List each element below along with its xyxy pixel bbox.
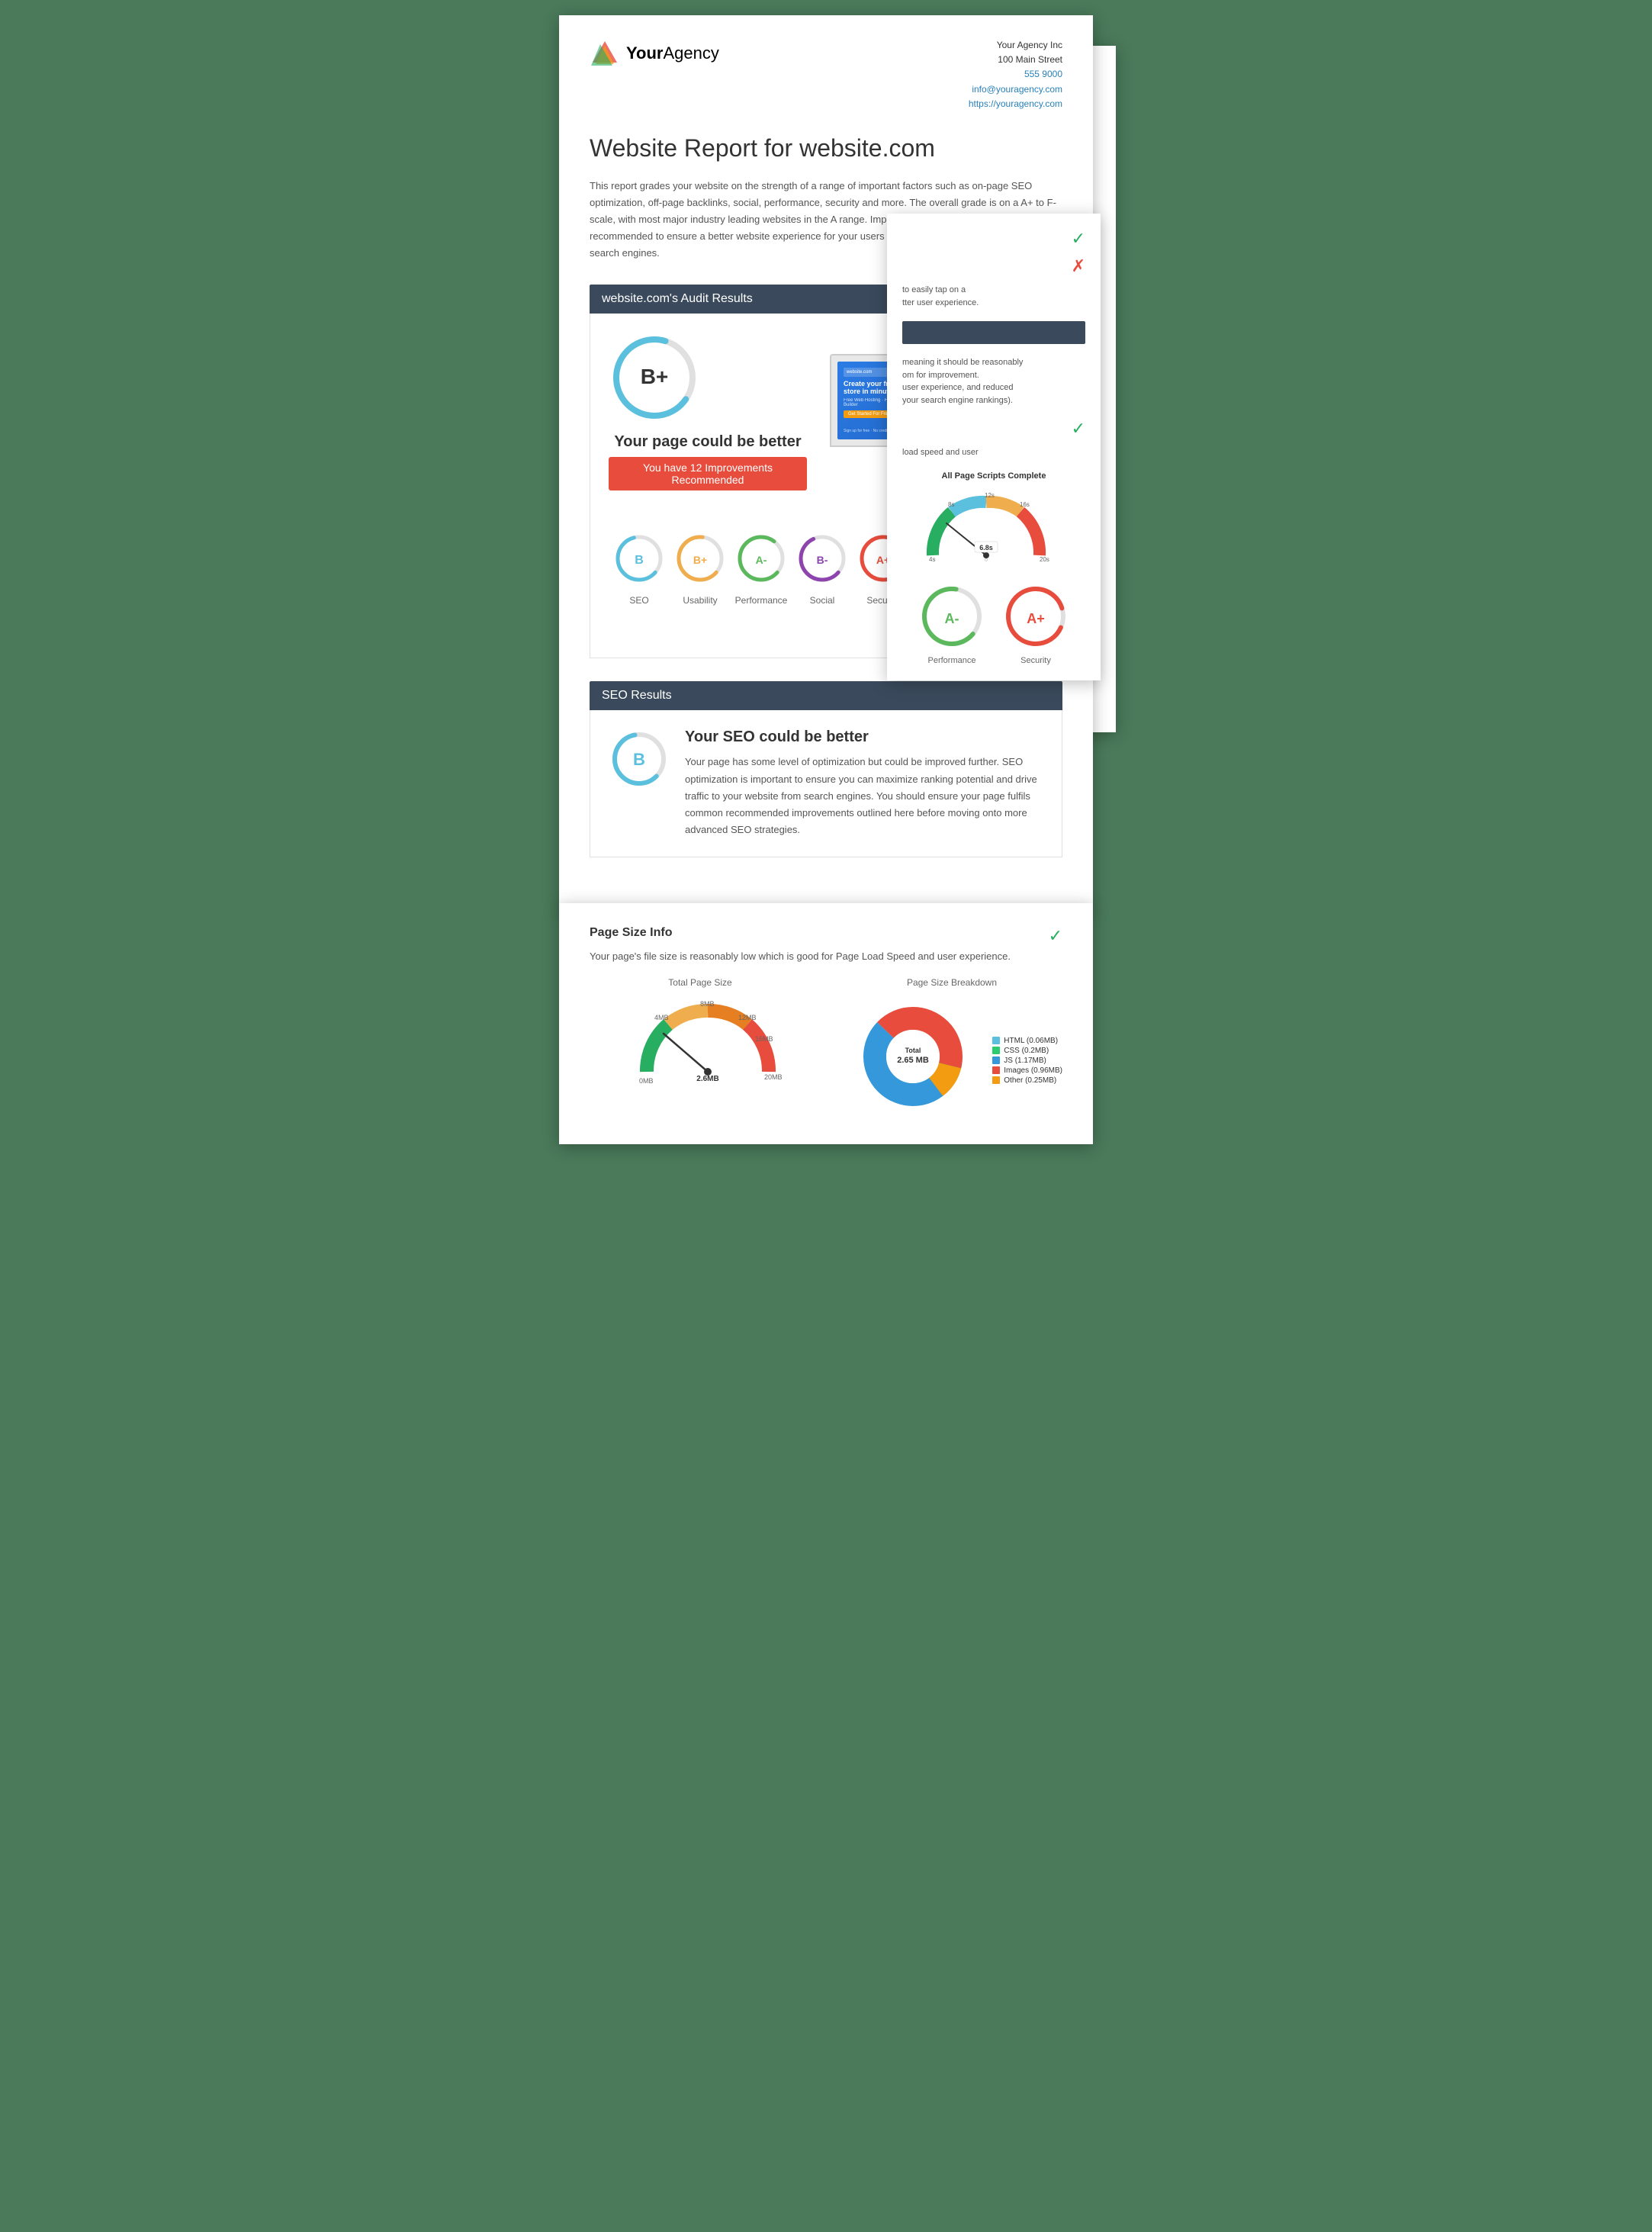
page-size-title: Page Size Info [590, 926, 672, 940]
logo-area: YourAgency [590, 38, 719, 69]
svg-text:6.8s: 6.8s [979, 544, 993, 552]
grade-circle-performance: A- [734, 532, 788, 585]
legend-images: Images (0.96MB) [992, 1066, 1062, 1075]
svg-text:20MB: 20MB [764, 1073, 783, 1081]
logo-icon [590, 38, 620, 69]
right-peek-bar [902, 321, 1085, 344]
gauge-container: Total Page Size [590, 977, 811, 1091]
svg-text:B-: B- [817, 554, 828, 566]
svg-text:○: ○ [985, 558, 988, 563]
svg-text:B: B [633, 750, 645, 769]
audit-grade-circle-container: B+ Your page could be better You have 12… [609, 332, 807, 490]
right-peek-card: ✓ ✗ to easily tap on atter user experien… [887, 214, 1101, 680]
svg-text:2.6MB: 2.6MB [696, 1075, 718, 1083]
right-check-2: ✗ [902, 256, 1085, 276]
improvements-badge: You have 12 Improvements Recommended [609, 457, 807, 490]
grade-label-social: Social [795, 595, 849, 606]
report-header: YourAgency Your Agency Inc 100 Main Stre… [590, 38, 1062, 111]
agency-email[interactable]: info@youragency.com [972, 84, 1062, 95]
seo-grade: B [609, 728, 670, 793]
bottom-section: Page Size Info ✓ Your page's file size i… [559, 903, 1093, 1144]
svg-text:B+: B+ [693, 554, 707, 566]
check-icon-1: ✓ [1072, 229, 1085, 249]
right-check-3: ✓ [902, 419, 1085, 439]
logo-text: YourAgency [626, 43, 719, 63]
seo-content: B Your SEO could be better Your page has… [609, 728, 1043, 838]
svg-text:A-: A- [945, 611, 959, 626]
seo-text: Your SEO could be better Your page has s… [685, 728, 1043, 838]
donut-title: Page Size Breakdown [841, 977, 1062, 988]
svg-text:B+: B+ [641, 365, 669, 388]
audit-headline: Your page could be better [609, 433, 807, 451]
svg-text:8MB: 8MB [700, 1000, 715, 1008]
charts-row: Total Page Size [590, 977, 1062, 1121]
gauge-title: Total Page Size [590, 977, 811, 988]
svg-text:0MB: 0MB [639, 1077, 654, 1085]
donut-with-legend: Total 2.65 MB HTML (0.06MB) CSS [841, 995, 1062, 1121]
right-peek-text3: load speed and user [902, 446, 1085, 459]
svg-text:Total: Total [905, 1047, 921, 1054]
legend-js: JS (1.17MB) [992, 1057, 1062, 1065]
svg-text:16s: 16s [1020, 501, 1030, 508]
donut-wrapper: Total 2.65 MB [844, 995, 982, 1121]
agency-phone[interactable]: 555 9000 [1024, 69, 1062, 79]
svg-text:A-: A- [756, 554, 767, 566]
scripts-gauge: All Page Scripts Complete 4s 8s 12s 16s … [902, 471, 1085, 567]
grade-label-seo: SEO [612, 595, 666, 606]
svg-text:4MB: 4MB [654, 1014, 669, 1021]
legend-css: CSS (0.2MB) [992, 1047, 1062, 1055]
grade-seo: B SEO [612, 532, 666, 606]
grade-performance: A- Performance [734, 532, 788, 606]
svg-text:12MB: 12MB [738, 1014, 757, 1021]
right-check-1: ✓ [902, 229, 1085, 249]
svg-text:20s: 20s [1040, 556, 1049, 563]
legend-html: HTML (0.06MB) [992, 1037, 1062, 1045]
peek-perf-label: Performance [918, 656, 986, 665]
svg-text:4s: 4s [929, 556, 935, 563]
agency-address: 100 Main Street [969, 53, 1062, 67]
x-icon: ✗ [1072, 256, 1085, 276]
right-peek-text2: meaning it should be reasonablyom for im… [902, 356, 1085, 407]
check-header: Page Size Info ✓ [590, 926, 1062, 946]
grade-social: B- Social [795, 532, 849, 606]
agency-company: Your Agency Inc [969, 38, 1062, 53]
grades-row: B SEO B+ Usability [609, 532, 914, 606]
peek-sec-label: Security [1001, 656, 1070, 665]
seo-section-header: SEO Results [590, 681, 1062, 710]
peek-performance: A- Performance [918, 582, 986, 665]
seo-section: SEO Results B Your SEO could be better Y… [590, 681, 1062, 857]
seo-headline: Your SEO could be better [685, 728, 1043, 746]
donut-legend: HTML (0.06MB) CSS (0.2MB) JS (1.17MB) [992, 1037, 1062, 1086]
report-title: Website Report for website.com [590, 134, 1062, 162]
grade-circle-usability: B+ [673, 532, 727, 585]
grade-circle-social: B- [795, 532, 849, 585]
peek-security: A+ Security [1001, 582, 1070, 665]
seo-section-box: B Your SEO could be better Your page has… [590, 710, 1062, 857]
svg-text:B: B [635, 554, 644, 567]
svg-text:A+: A+ [1027, 611, 1045, 626]
legend-other: Other (0.25MB) [992, 1076, 1062, 1085]
check-icon-3: ✓ [1072, 419, 1085, 439]
peek-grades-row: A- Performance A+ Security [902, 582, 1085, 665]
scripts-title: All Page Scripts Complete [902, 471, 1085, 481]
grade-usability: B+ Usability [673, 532, 727, 606]
check-mark-icon: ✓ [1049, 926, 1062, 946]
svg-text:2.65 MB: 2.65 MB [897, 1056, 929, 1065]
audit-grade-circle: B+ [609, 332, 700, 423]
grade-label-usability: Usability [673, 595, 727, 606]
grade-circle-seo: B [612, 532, 666, 585]
agency-website[interactable]: https://youragency.com [969, 98, 1062, 109]
page-size-description: Your page's file size is reasonably low … [590, 950, 1062, 962]
gauge-wrapper: 0MB 4MB 8MB 12MB 16MB 20MB 2.6MB [632, 995, 769, 1091]
page-size-card: Page Size Info ✓ Your page's file size i… [559, 903, 1093, 1144]
svg-text:12s: 12s [985, 492, 995, 499]
agency-info: Your Agency Inc 100 Main Street 555 9000… [969, 38, 1062, 111]
right-peek-text: to easily tap on atter user experience. [902, 284, 1085, 309]
svg-text:8s: 8s [948, 501, 954, 508]
svg-text:16MB: 16MB [755, 1035, 773, 1043]
seo-description: Your page has some level of optimization… [685, 754, 1043, 838]
donut-container: Page Size Breakdown [841, 977, 1062, 1121]
grade-label-performance: Performance [734, 595, 788, 606]
